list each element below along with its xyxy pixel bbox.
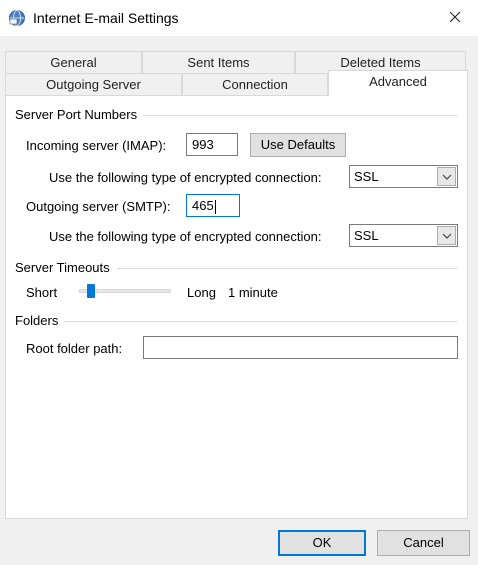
root-folder-label: Root folder path: <box>26 341 123 356</box>
root-folder-input[interactable] <box>143 336 458 359</box>
incoming-encryption-label: Use the following type of encrypted conn… <box>49 170 322 185</box>
use-defaults-button[interactable]: Use Defaults <box>250 133 346 157</box>
outgoing-encryption-select[interactable]: SSL <box>349 224 458 247</box>
group-divider <box>143 115 457 116</box>
globe-mail-icon <box>8 9 26 27</box>
text-cursor <box>214 199 216 214</box>
outgoing-server-label: Outgoing server (SMTP): <box>26 199 171 214</box>
incoming-encryption-value: SSL <box>354 169 379 184</box>
ok-button[interactable]: OK <box>278 530 366 556</box>
tab-outgoing-server[interactable]: Outgoing Server <box>5 73 182 95</box>
chevron-down-icon <box>437 167 456 186</box>
outgoing-port-input[interactable]: 465 <box>186 194 240 217</box>
outgoing-port-value: 465 <box>192 198 214 213</box>
close-button[interactable] <box>432 0 478 36</box>
tab-general[interactable]: General <box>5 51 142 73</box>
timeout-long-label: Long <box>187 285 216 300</box>
folders-group-title: Folders <box>15 313 63 328</box>
server-timeouts-group-title: Server Timeouts <box>15 260 114 275</box>
group-divider <box>117 268 457 269</box>
close-icon <box>449 11 461 26</box>
incoming-encryption-select[interactable]: SSL <box>349 165 458 188</box>
server-ports-group-title: Server Port Numbers <box>15 107 142 122</box>
chevron-down-icon <box>437 226 456 245</box>
timeout-short-label: Short <box>26 285 58 300</box>
tab-advanced[interactable]: Advanced <box>328 70 468 96</box>
window-title: Internet E-mail Settings <box>33 10 179 26</box>
outgoing-encryption-label: Use the following type of encrypted conn… <box>49 229 322 244</box>
tab-sent-items[interactable]: Sent Items <box>142 51 295 73</box>
timeout-slider-thumb[interactable] <box>87 284 96 298</box>
cancel-button[interactable]: Cancel <box>377 530 470 556</box>
timeout-value: 1 minute <box>228 285 278 300</box>
advanced-panel <box>5 95 468 519</box>
tab-connection[interactable]: Connection <box>182 73 328 95</box>
incoming-port-input[interactable]: 993 <box>186 133 238 156</box>
title-bar: Internet E-mail Settings <box>0 0 478 36</box>
incoming-server-label: Incoming server (IMAP): <box>26 138 167 153</box>
outgoing-encryption-value: SSL <box>354 228 379 243</box>
group-divider <box>64 321 457 322</box>
